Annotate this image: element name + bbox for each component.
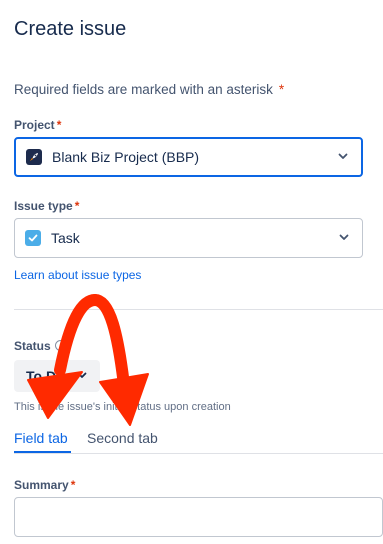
status-label-text: Status (14, 339, 51, 353)
issue-type-label: Issue type * (14, 199, 79, 213)
summary-label-text: Summary (14, 478, 69, 492)
learn-issue-types-link[interactable]: Learn about issue types (14, 268, 141, 282)
tabs-divider (14, 453, 383, 454)
issue-type-value: Task (51, 230, 80, 246)
required-note: Required fields are marked with an aster… (14, 82, 284, 97)
checkbox-task-icon (25, 230, 41, 246)
tab-second[interactable]: Second tab (87, 430, 158, 446)
status-dropdown[interactable]: To Do (14, 360, 100, 392)
project-required-star: * (56, 118, 62, 132)
project-value: Blank Biz Project (BBP) (52, 149, 200, 165)
chevron-down-icon (338, 230, 350, 246)
divider (14, 309, 383, 310)
project-select[interactable]: Blank Biz Project (BBP) (14, 137, 363, 177)
info-icon[interactable] (54, 340, 66, 351)
summary-required-star: * (70, 478, 76, 492)
status-label: Status (14, 339, 66, 353)
tab-list: Field tab Second tab (14, 426, 383, 454)
required-asterisk: * (278, 82, 285, 97)
issue-type-select[interactable]: Task (14, 218, 363, 258)
summary-input[interactable] (14, 497, 383, 537)
tab-field[interactable]: Field tab (14, 430, 68, 446)
project-label-text: Project (14, 118, 55, 132)
active-tab-indicator (14, 451, 71, 453)
chevron-down-icon (337, 149, 349, 165)
rocket-icon (26, 149, 42, 165)
required-note-text: Required fields are marked with an aster… (14, 82, 273, 97)
status-help-text: This is the issue's initial status upon … (14, 401, 231, 413)
status-value: To Do (26, 368, 65, 384)
issue-type-label-text: Issue type (14, 199, 73, 213)
summary-label: Summary * (14, 478, 75, 492)
issue-type-required-star: * (74, 199, 80, 213)
page-title: Create issue (14, 18, 127, 40)
project-label: Project * (14, 118, 61, 132)
chevron-down-icon (76, 368, 88, 384)
right-arrow-head (99, 373, 149, 426)
